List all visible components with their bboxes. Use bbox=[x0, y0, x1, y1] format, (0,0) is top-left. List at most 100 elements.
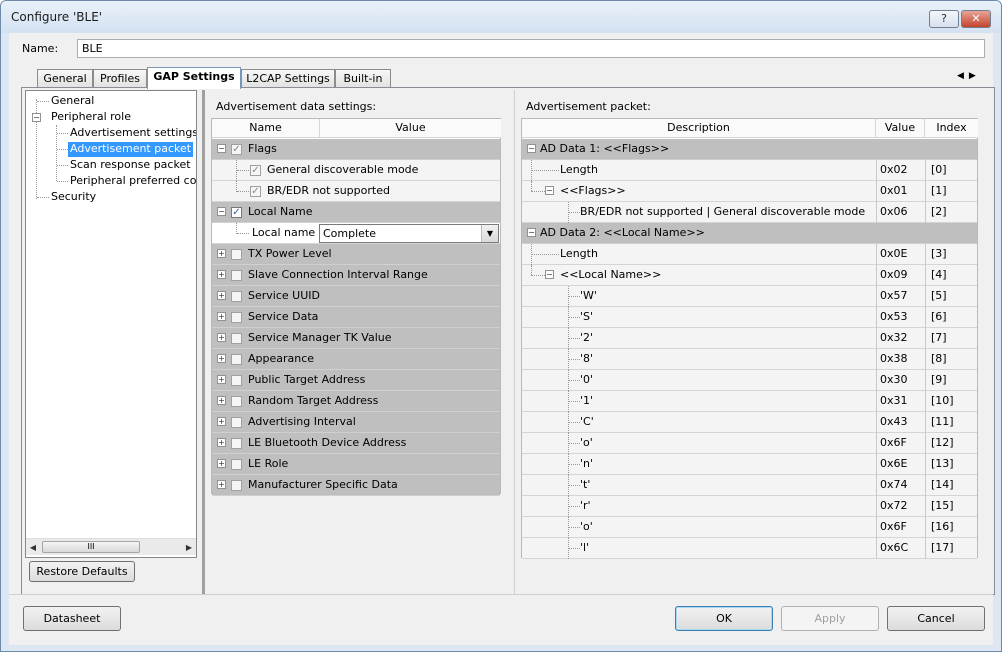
expand-icon[interactable]: + bbox=[217, 480, 226, 489]
collapse-flags-icon[interactable]: − bbox=[217, 144, 226, 153]
collapsed-setting-row: + Service Manager TK Value bbox=[212, 328, 500, 349]
expand-icon[interactable]: + bbox=[217, 249, 226, 258]
expand-icon[interactable]: + bbox=[217, 438, 226, 447]
packet-value: 0x09 bbox=[880, 268, 908, 281]
tree-hscrollbar[interactable]: ◀ III ▶ bbox=[26, 538, 196, 555]
packet-row: 'l' 0x6C [17] bbox=[522, 538, 977, 559]
scroll-thumb[interactable]: III bbox=[42, 541, 140, 553]
packet-row: 'W' 0x57 [5] bbox=[522, 286, 977, 307]
name-input[interactable] bbox=[77, 39, 985, 58]
setting-checkbox[interactable] bbox=[231, 480, 242, 491]
expand-icon[interactable]: + bbox=[217, 375, 226, 384]
collapsed-setting-row: + Service UUID bbox=[212, 286, 500, 307]
datasheet-button[interactable]: Datasheet bbox=[23, 606, 121, 631]
setting-checkbox[interactable] bbox=[231, 396, 242, 407]
collapse-local-name-icon[interactable]: − bbox=[217, 207, 226, 216]
packet-description: '1' bbox=[580, 394, 594, 407]
tree-item-general[interactable]: General bbox=[51, 94, 94, 109]
packet-index: [10] bbox=[931, 394, 954, 407]
tab-scroll: ◀▶ bbox=[957, 71, 981, 81]
bredr-checkbox[interactable]: ✓ bbox=[250, 186, 261, 197]
packet-description: Length bbox=[560, 247, 598, 260]
expand-icon[interactable]: + bbox=[217, 312, 226, 321]
packet-index: [16] bbox=[931, 520, 954, 533]
packet-row: '0' 0x30 [9] bbox=[522, 370, 977, 391]
packet-value: 0x02 bbox=[880, 163, 908, 176]
col-header-name: Name bbox=[212, 119, 320, 138]
expand-icon[interactable]: + bbox=[217, 270, 226, 279]
packet-index: [4] bbox=[931, 268, 947, 281]
expand-icon[interactable]: + bbox=[217, 459, 226, 468]
local-name-type-select[interactable]: Complete ▼ bbox=[319, 224, 499, 243]
cancel-button[interactable]: Cancel bbox=[887, 606, 985, 631]
tree-item-advertisement-packet[interactable]: Advertisement packet bbox=[68, 142, 194, 157]
title-bar: Configure 'BLE' ? ✕ bbox=[1, 1, 1001, 33]
local-name-checkbox[interactable]: ✓ bbox=[231, 207, 242, 218]
setting-checkbox[interactable] bbox=[231, 249, 242, 260]
packet-description: 'W' bbox=[580, 289, 597, 302]
setting-label: Advertising Interval bbox=[248, 415, 356, 428]
expand-icon[interactable]: + bbox=[217, 396, 226, 405]
ad-data-group-row: − AD Data 1: <<Flags>> bbox=[522, 139, 977, 160]
setting-checkbox[interactable] bbox=[231, 291, 242, 302]
tab-gap-settings[interactable]: GAP Settings bbox=[147, 67, 241, 89]
tree-item-peripheral-preferred[interactable]: Peripheral preferred conne bbox=[70, 174, 196, 189]
packet-index: [13] bbox=[931, 457, 954, 470]
tab-profiles[interactable]: Profiles bbox=[93, 69, 147, 88]
packet-description: 'o' bbox=[580, 436, 593, 449]
setting-checkbox[interactable] bbox=[231, 270, 242, 281]
setting-checkbox[interactable] bbox=[231, 333, 242, 344]
restore-defaults-button[interactable]: Restore Defaults bbox=[29, 561, 135, 582]
setting-checkbox[interactable] bbox=[231, 354, 242, 365]
expand-icon[interactable]: + bbox=[217, 354, 226, 363]
expand-icon[interactable]: + bbox=[217, 333, 226, 342]
help-button[interactable]: ? bbox=[929, 10, 959, 28]
setting-label: Manufacturer Specific Data bbox=[248, 478, 398, 491]
tree-item-security[interactable]: Security bbox=[51, 190, 96, 205]
collapse-group-icon[interactable]: − bbox=[527, 228, 536, 237]
tab-built-in[interactable]: Built-in bbox=[335, 69, 391, 88]
col-header-packet-value: Value bbox=[876, 119, 925, 138]
packet-row: 'o' 0x6F [16] bbox=[522, 517, 977, 538]
packet-value: 0x6F bbox=[880, 436, 907, 449]
expand-icon[interactable]: + bbox=[217, 291, 226, 300]
name-label: Name: bbox=[22, 42, 59, 55]
scroll-right-icon[interactable]: ▶ bbox=[182, 541, 196, 554]
setting-checkbox[interactable] bbox=[231, 417, 242, 428]
collapse-group-icon[interactable]: − bbox=[527, 144, 536, 153]
tree-item-scan-response-packet[interactable]: Scan response packet bbox=[70, 158, 191, 173]
tab-scroll-right-icon[interactable]: ▶ bbox=[969, 71, 981, 81]
close-button[interactable]: ✕ bbox=[961, 10, 991, 28]
packet-row: 't' 0x74 [14] bbox=[522, 475, 977, 496]
tree-item-peripheral-role[interactable]: Peripheral role bbox=[51, 110, 131, 125]
collapse-subgroup-icon[interactable]: − bbox=[545, 186, 554, 195]
tab-general[interactable]: General bbox=[37, 69, 93, 88]
packet-value: 0x43 bbox=[880, 415, 908, 428]
general-discoverable-checkbox[interactable]: ✓ bbox=[250, 165, 261, 176]
packet-description: BR/EDR not supported | General discovera… bbox=[580, 205, 866, 218]
collapsed-setting-row: + Public Target Address bbox=[212, 370, 500, 391]
collapse-subgroup-icon[interactable]: − bbox=[545, 270, 554, 279]
apply-button[interactable]: Apply bbox=[781, 606, 879, 631]
expand-icon[interactable]: + bbox=[217, 417, 226, 426]
setting-label: Service Data bbox=[248, 310, 319, 323]
collapsed-setting-row: + Appearance bbox=[212, 349, 500, 370]
packet-description: '0' bbox=[580, 373, 594, 386]
tab-l2cap-settings[interactable]: L2CAP Settings bbox=[241, 69, 335, 88]
flags-row: − ✓ Flags bbox=[212, 139, 500, 160]
scroll-left-icon[interactable]: ◀ bbox=[26, 541, 40, 554]
collapse-peripheral-icon[interactable]: − bbox=[32, 113, 41, 122]
setting-checkbox[interactable] bbox=[231, 375, 242, 386]
tree-item-advertisement-settings[interactable]: Advertisement settings bbox=[70, 126, 196, 141]
tab-scroll-left-icon[interactable]: ◀ bbox=[957, 71, 969, 81]
setting-checkbox[interactable] bbox=[231, 459, 242, 470]
setting-checkbox[interactable] bbox=[231, 438, 242, 449]
gap-settings-panel: General − Peripheral role Advertisement … bbox=[21, 87, 995, 595]
packet-row: 'o' 0x6F [12] bbox=[522, 433, 977, 454]
adv-packet-grid: Description Value Index − AD Data 1: <<Fl… bbox=[521, 118, 978, 559]
flags-checkbox[interactable]: ✓ bbox=[231, 144, 242, 155]
ok-button[interactable]: OK bbox=[675, 606, 773, 631]
dropdown-arrow-icon[interactable]: ▼ bbox=[481, 225, 498, 242]
setting-checkbox[interactable] bbox=[231, 312, 242, 323]
packet-value: 0x06 bbox=[880, 205, 908, 218]
